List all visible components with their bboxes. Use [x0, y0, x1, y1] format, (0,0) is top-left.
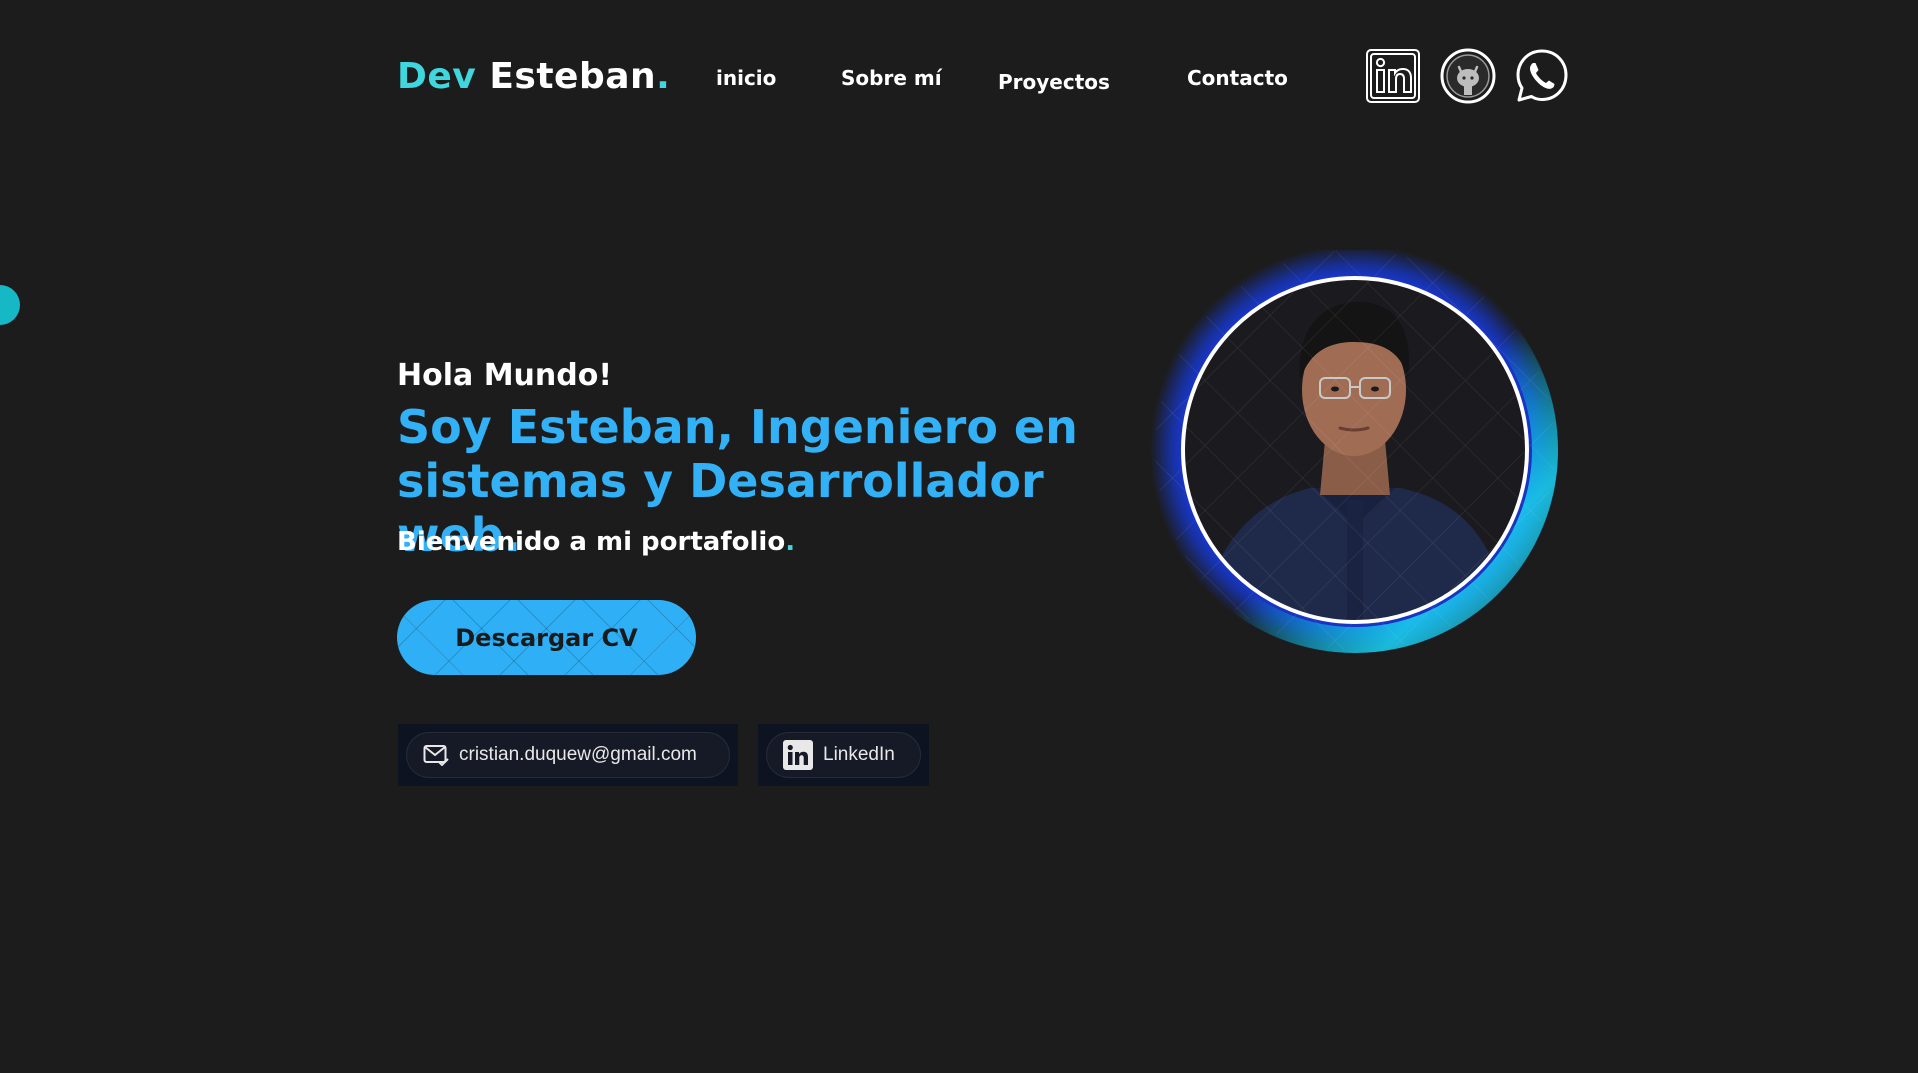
linkedin-chip-container: LinkedIn — [758, 724, 929, 786]
nav-link-inicio[interactable]: inicio — [716, 65, 776, 91]
nav-link-proyectos[interactable]: Proyectos — [998, 69, 1110, 95]
nav-link-contacto[interactable]: Contacto — [1187, 65, 1288, 91]
whatsapp-icon[interactable] — [1514, 48, 1570, 104]
hero-welcome-text: Bienvenido a mi portafolio — [397, 527, 786, 557]
site-logo[interactable]: Dev Esteban. — [397, 52, 670, 102]
side-decor-dot — [0, 285, 20, 325]
hero-greeting: Hola Mundo! — [397, 358, 613, 393]
logo-main-text: Esteban — [489, 56, 657, 97]
download-cv-button[interactable]: Descargar CV — [397, 600, 696, 675]
mail-icon — [423, 745, 449, 766]
logo-accent-text: Dev — [397, 56, 477, 97]
welcome-dot: . — [785, 527, 796, 557]
email-chip-container: cristian.duquew@gmail.com — [398, 724, 738, 786]
nav-link-sobre-mi[interactable]: Sobre mí — [841, 65, 942, 91]
github-icon[interactable] — [1440, 48, 1496, 104]
linkedin-icon — [783, 740, 813, 770]
hero-welcome: Bienvenido a mi portafolio. — [397, 527, 795, 557]
profile-portrait — [1150, 250, 1560, 655]
email-text: cristian.duquew@gmail.com — [459, 744, 697, 765]
email-chip[interactable]: cristian.duquew@gmail.com — [406, 732, 730, 778]
linkedin-text: LinkedIn — [823, 744, 895, 765]
linkedin-chip[interactable]: LinkedIn — [766, 732, 921, 778]
linkedin-icon[interactable] — [1365, 48, 1421, 104]
logo-dot: . — [656, 56, 671, 97]
